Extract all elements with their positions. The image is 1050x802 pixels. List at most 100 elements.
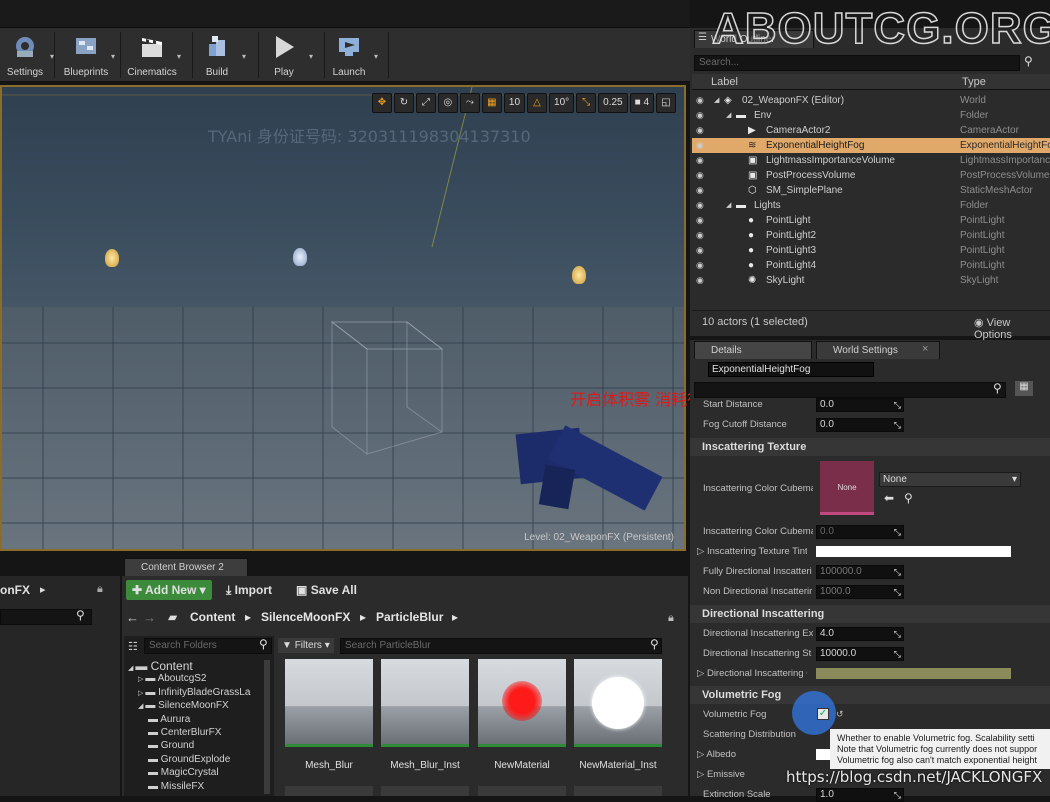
reset-icon[interactable]: ↺ [836,709,844,720]
fog-cutoff-field[interactable]: 0.0 [816,418,904,432]
sources-icon[interactable]: ☷ [128,640,138,653]
point-light-icon[interactable] [105,249,119,267]
scale-snap-icon[interactable]: ⤡ [576,93,597,113]
grid-snap-value[interactable]: 10 [503,93,526,113]
view-options-button[interactable]: ◉ View Options [974,316,1050,341]
outliner-row[interactable]: ◉ ⬡ SM_SimplePlane StaticMeshActor [692,183,1050,198]
asset-new-material-inst[interactable] [574,659,662,747]
asset-tile[interactable] [478,786,566,796]
outliner-row[interactable]: ◉ ● PointLight PointLight [692,213,1050,228]
folder-tree-item[interactable]: ▬ Ground [148,740,194,751]
section-inscattering-texture[interactable]: Inscattering Texture [690,438,1050,456]
asset-new-material[interactable] [478,659,566,747]
use-selected-icon[interactable]: ⬅ [884,491,894,505]
extinction-scale-field[interactable]: 1.0 [816,788,904,802]
maximize-icon[interactable]: ◱ [656,93,676,113]
visibility-eye-icon[interactable]: ◉ [696,243,704,258]
tab-content-browser[interactable]: Content Browser 2 [124,558,248,576]
directional-color-row[interactable]: ▷ Directional Inscattering Co [697,668,807,679]
visibility-eye-icon[interactable]: ◉ [696,273,704,288]
folder-tree-item[interactable]: ◢ ▬ Content [128,659,193,673]
folder-tree-item[interactable]: ▬ GroundExplode [148,754,230,765]
forward-icon[interactable]: → [143,610,156,625]
outliner-row[interactable]: ◉ ▶ CameraActor2 CameraActor [692,123,1050,138]
folder-tree-item[interactable]: ▬ MissileFX [148,781,204,792]
add-new-button[interactable]: ✚ Add New ▾ [126,580,212,600]
outliner-row[interactable]: ◉ ● PointLight4 PointLight [692,258,1050,273]
folder-tree-item[interactable]: ◢ ▬ SilenceMoonFX [138,700,229,711]
folder-tree-item[interactable]: ▬ Aurura [148,714,190,725]
visibility-eye-icon[interactable]: ◉ [696,153,704,168]
lock-icon[interactable]: 🔒︎ [97,583,103,596]
expand-arrow-icon[interactable]: ◢ [726,198,731,213]
close-icon[interactable]: × [922,343,928,355]
folder-tree-item[interactable]: ▬ MagicCrystal [148,767,219,778]
object-name-field[interactable]: ExponentialHeightFog [708,362,874,377]
surface-snap-icon[interactable]: ⤳ [459,93,480,113]
blueprints-button[interactable]: ▾ Blueprints [55,30,117,80]
back-icon[interactable]: ← [126,610,139,625]
grid-view-icon[interactable]: ▦ [1015,381,1033,396]
albedo-swatch[interactable] [816,749,830,760]
rotate-snap-icon[interactable]: △ [527,93,548,113]
column-type[interactable]: Type [962,76,986,88]
visibility-eye-icon[interactable]: ◉ [696,213,704,228]
directional-exponent-field[interactable]: 4.0 [816,627,904,641]
directional-start-field[interactable]: 10000.0 [816,647,904,661]
settings-button[interactable]: ▾ Settings [0,30,56,80]
scale-icon[interactable]: ⤢ [415,93,436,113]
outliner-row[interactable]: ◉ ◢ ▬ Lights Folder [692,198,1050,213]
breadcrumb-content[interactable]: Content [190,610,235,624]
breadcrumb-particleblur[interactable]: ParticleBlur [376,610,443,624]
play-button[interactable]: ▾ Play [253,30,315,80]
search-assets-input[interactable]: Search ParticleBlur [340,638,662,654]
outliner-row[interactable]: ◉ ◢ ◈ 02_WeaponFX (Editor) World [692,93,1050,108]
non-directional-field[interactable]: 1000.0 [816,585,904,599]
asset-tile[interactable] [574,786,662,796]
cubemap-thumbnail[interactable]: None [820,461,874,515]
visibility-eye-icon[interactable]: ◉ [696,258,704,273]
tree-scrollbar[interactable] [264,660,270,794]
scale-snap-value[interactable]: 0.25 [598,93,628,113]
rotate-snap-value[interactable]: 10° [549,93,575,113]
outliner-row[interactable]: ◉ ≋ ExponentialHeightFog ExponentialHeightF… [692,138,1050,153]
folder-tree-item[interactable]: ▷ ▬ AboutcgS2 [138,673,207,684]
column-label[interactable]: Label [711,76,738,88]
cinematics-button[interactable]: ▾ Cinematics [121,30,183,80]
outliner-search-input[interactable]: Search... [694,55,1020,71]
volumetric-fog-checkbox[interactable]: ✓ [817,708,829,720]
directional-color-swatch[interactable] [816,668,1011,679]
full-directional-field[interactable]: 100000.0 [816,565,904,579]
globe-icon[interactable]: ◎ [437,93,458,113]
outliner-row[interactable]: ◉ ● PointLight3 PointLight [692,243,1050,258]
visibility-eye-icon[interactable]: ◉ [696,168,704,183]
expand-arrow-icon[interactable]: ◢ [714,93,719,108]
import-button[interactable]: ⤓ Import [220,580,278,600]
asset-mesh-blur-inst[interactable] [381,659,469,747]
save-all-button[interactable]: ▣ Save All [290,580,363,600]
section-directional-inscattering[interactable]: Directional Inscattering [690,605,1050,623]
breadcrumb-silencemoonfx[interactable]: SilenceMoonFX [261,610,350,624]
browse-icon[interactable]: ⚲ [904,491,913,505]
start-distance-field[interactable]: 0.0 [816,398,904,412]
section-volumetric-fog[interactable]: Volumetric Fog [690,686,1050,704]
filters-button[interactable]: ▼ Filters ▾ [278,638,334,653]
folder-tree-item[interactable]: ▬ CenterBlurFX [148,727,221,738]
visibility-eye-icon[interactable]: ◉ [696,93,704,108]
outliner-row[interactable]: ◉ ◢ ▬ Env Folder [692,108,1050,123]
rotate-icon[interactable]: ↻ [393,93,414,113]
albedo-row[interactable]: ▷ Albedo [697,749,807,760]
build-button[interactable]: ▾ Build [186,30,248,80]
asset-tile[interactable] [381,786,469,796]
tab-details[interactable]: Details [694,341,812,359]
lock-icon[interactable]: 🔒︎ [668,612,674,625]
visibility-eye-icon[interactable]: ◉ [696,198,704,213]
outliner-row[interactable]: ◉ ● PointLight2 PointLight [692,228,1050,243]
asset-mesh-blur[interactable] [285,659,373,747]
cubemap-angle-field[interactable]: 0.0 [816,525,904,539]
visibility-eye-icon[interactable]: ◉ [696,108,704,123]
asset-tile[interactable] [285,786,373,796]
camera-speed[interactable]: ■ 4 [629,93,654,113]
tint-label-row[interactable]: ▷ Inscattering Texture Tint [697,546,807,557]
launch-button[interactable]: ▾ Launch [318,30,380,80]
